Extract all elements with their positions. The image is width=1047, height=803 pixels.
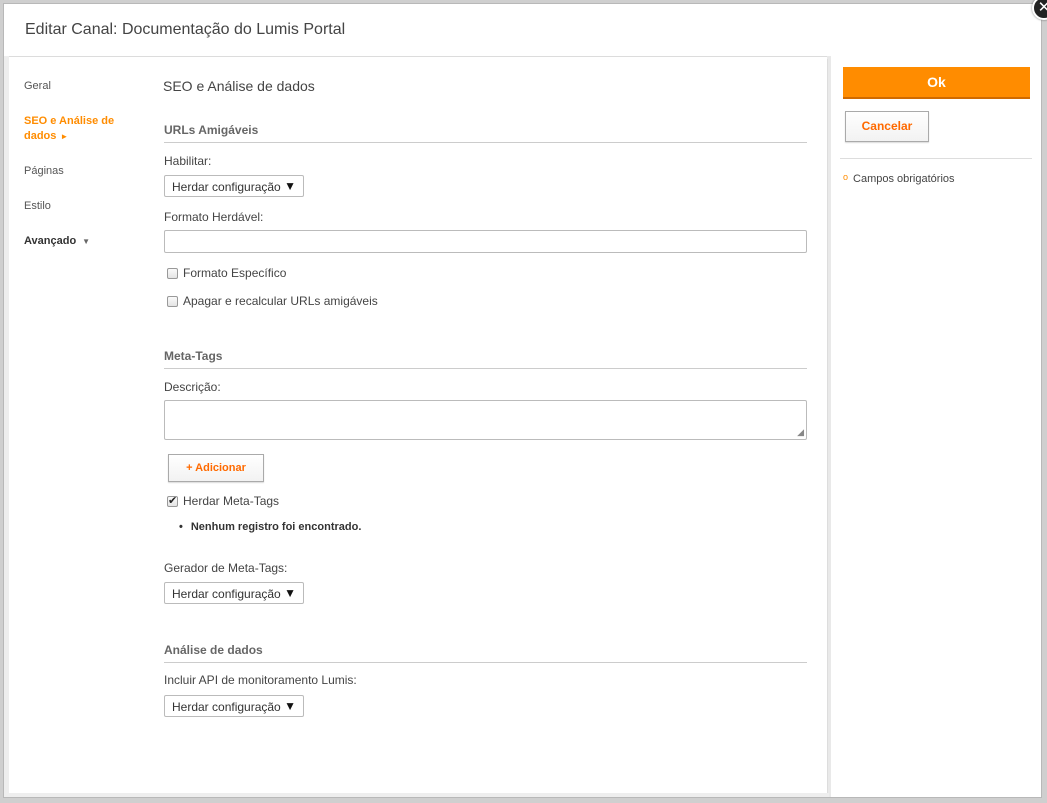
description-textarea[interactable]: ◢ bbox=[164, 400, 807, 440]
format-input[interactable] bbox=[164, 230, 807, 253]
section-header-analytics: Análise de dados bbox=[164, 643, 807, 663]
arrow-right-icon: ► bbox=[60, 132, 69, 141]
specific-format-row[interactable]: Formato Específico bbox=[167, 266, 286, 280]
nav-item-paginas[interactable]: Páginas bbox=[24, 165, 64, 177]
api-label: Incluir API de monitoramento Lumis: bbox=[164, 673, 357, 687]
dialog-content: Geral SEO e Análise de dados ► Páginas Es… bbox=[9, 59, 828, 793]
generator-label: Gerador de Meta-Tags: bbox=[164, 561, 288, 575]
inherit-meta-tags-label: Herdar Meta-Tags bbox=[183, 494, 280, 508]
nav-item-geral[interactable]: Geral bbox=[24, 80, 51, 92]
resize-grip-icon[interactable]: ◢ bbox=[797, 428, 804, 437]
edit-channel-dialog: Editar Canal: Documentação do Lumis Port… bbox=[3, 0, 1047, 798]
required-fields-note: o Campos obrigatórios bbox=[843, 172, 955, 185]
dialog-titlebar: Editar Canal: Documentação do Lumis Port… bbox=[4, 4, 1041, 57]
recalc-urls-label: Apagar e recalcular URLs amigáveis bbox=[183, 294, 378, 308]
action-panel: Ok Cancelar o Campos obrigatórios bbox=[831, 56, 1041, 797]
description-label: Descrição: bbox=[164, 380, 221, 394]
caret-down-icon: ▼ bbox=[82, 237, 91, 246]
dropdown-arrow-icon: ▼ bbox=[284, 179, 296, 193]
cancel-button[interactable]: Cancelar bbox=[845, 111, 929, 142]
inherit-meta-tags-row[interactable]: Herdar Meta-Tags bbox=[167, 494, 279, 508]
api-select-value: Herdar configuração bbox=[172, 700, 281, 714]
inherit-meta-tags-checkbox[interactable] bbox=[167, 494, 178, 507]
enable-select-value: Herdar configuração bbox=[172, 180, 281, 194]
ok-button[interactable]: Ok bbox=[843, 67, 1030, 99]
section-header-urls: URLs Amigáveis bbox=[164, 123, 807, 143]
recalc-urls-checkbox[interactable] bbox=[167, 296, 178, 307]
empty-records-message: Nenhum registro foi encontrado. bbox=[179, 521, 362, 533]
nav-item-label: Estilo bbox=[24, 200, 51, 212]
nav-item-label: Avançado bbox=[24, 235, 77, 247]
recalc-urls-row[interactable]: Apagar e recalcular URLs amigáveis bbox=[167, 294, 378, 308]
required-fields-label: Campos obrigatórios bbox=[853, 173, 955, 185]
page-title: SEO e Análise de dados bbox=[163, 78, 315, 94]
dropdown-arrow-icon: ▼ bbox=[284, 586, 296, 600]
specific-format-label: Formato Específico bbox=[183, 266, 287, 280]
required-marker-icon: o bbox=[843, 172, 849, 182]
add-meta-tag-button[interactable]: + Adicionar bbox=[168, 454, 264, 482]
enable-label: Habilitar: bbox=[164, 154, 212, 168]
section-header-meta-tags: Meta-Tags bbox=[164, 349, 807, 369]
format-label: Formato Herdável: bbox=[164, 210, 264, 224]
dropdown-arrow-icon: ▼ bbox=[284, 699, 296, 713]
dialog-title: Editar Canal: Documentação do Lumis Port… bbox=[25, 21, 346, 38]
frame-border-bottom bbox=[4, 793, 829, 797]
nav-item-avancado[interactable]: Avançado ▼ bbox=[24, 235, 90, 247]
nav-item-label: SEO e Análise de dados bbox=[24, 115, 115, 142]
generator-select-value: Herdar configuração bbox=[172, 587, 281, 601]
enable-select[interactable]: Herdar configuração ▼ bbox=[164, 175, 304, 197]
specific-format-checkbox[interactable] bbox=[167, 268, 178, 279]
nav-item-label: Geral bbox=[24, 80, 51, 92]
side-divider bbox=[840, 158, 1032, 159]
nav-item-label: Páginas bbox=[24, 165, 64, 177]
nav-item-seo[interactable]: SEO e Análise de dados ► bbox=[24, 114, 124, 144]
api-select[interactable]: Herdar configuração ▼ bbox=[164, 695, 304, 717]
nav-item-estilo[interactable]: Estilo bbox=[24, 200, 51, 212]
generator-select[interactable]: Herdar configuração ▼ bbox=[164, 582, 304, 604]
